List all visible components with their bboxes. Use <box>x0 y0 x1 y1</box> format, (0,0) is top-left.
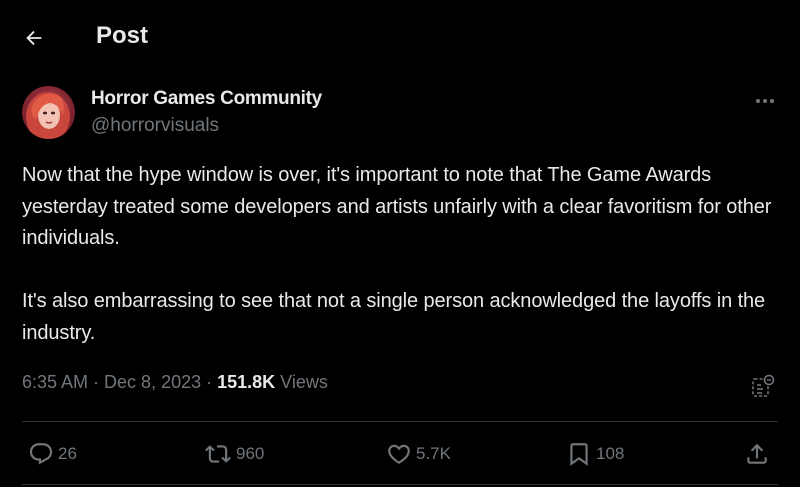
more-options-button[interactable] <box>748 86 782 116</box>
avatar[interactable] <box>22 86 75 139</box>
back-button[interactable] <box>16 20 52 56</box>
avatar-image <box>22 86 75 139</box>
repost-count: 960 <box>236 444 265 463</box>
divider <box>22 484 778 485</box>
share-button[interactable] <box>744 436 770 472</box>
post-time[interactable]: 6:35 AM <box>22 372 88 392</box>
reply-icon <box>29 443 53 465</box>
reply-count: 26 <box>58 444 77 463</box>
reply-button[interactable]: 26 <box>28 436 77 472</box>
post-text: Now that the hype window is over, it's i… <box>22 164 772 344</box>
bookmark-button[interactable]: 108 <box>566 436 624 472</box>
divider <box>22 421 778 422</box>
repost-button[interactable]: 960 <box>204 436 264 472</box>
meta-separator: · <box>88 372 105 392</box>
views-count: 151.8K <box>217 372 276 392</box>
page-title: Post <box>96 22 149 49</box>
meta-separator: · <box>201 372 218 392</box>
bookmark-count: 108 <box>596 444 625 463</box>
top-bar: Post <box>0 0 800 72</box>
views-label: Views <box>275 372 328 392</box>
heart-icon <box>388 444 410 464</box>
like-button[interactable]: 5.7K <box>386 436 451 472</box>
post-date[interactable]: Dec 8, 2023 <box>104 372 201 392</box>
repost-icon <box>205 445 231 463</box>
like-count: 5.7K <box>416 444 451 463</box>
arrow-left-icon <box>26 30 42 46</box>
author-name[interactable]: Horror Games Community <box>91 88 322 110</box>
more-horizontal-icon <box>756 99 774 103</box>
action-bar: 26 960 5.7K 108 <box>0 436 800 472</box>
share-icon <box>747 443 767 464</box>
view-analytics-icon <box>752 374 775 397</box>
author-handle[interactable]: @horrorvisuals <box>91 115 219 137</box>
post-meta: 6:35 AM · Dec 8, 2023 · 151.8K Views <box>22 372 328 393</box>
view-analytics-button[interactable] <box>750 374 776 400</box>
bookmark-icon <box>570 443 588 466</box>
